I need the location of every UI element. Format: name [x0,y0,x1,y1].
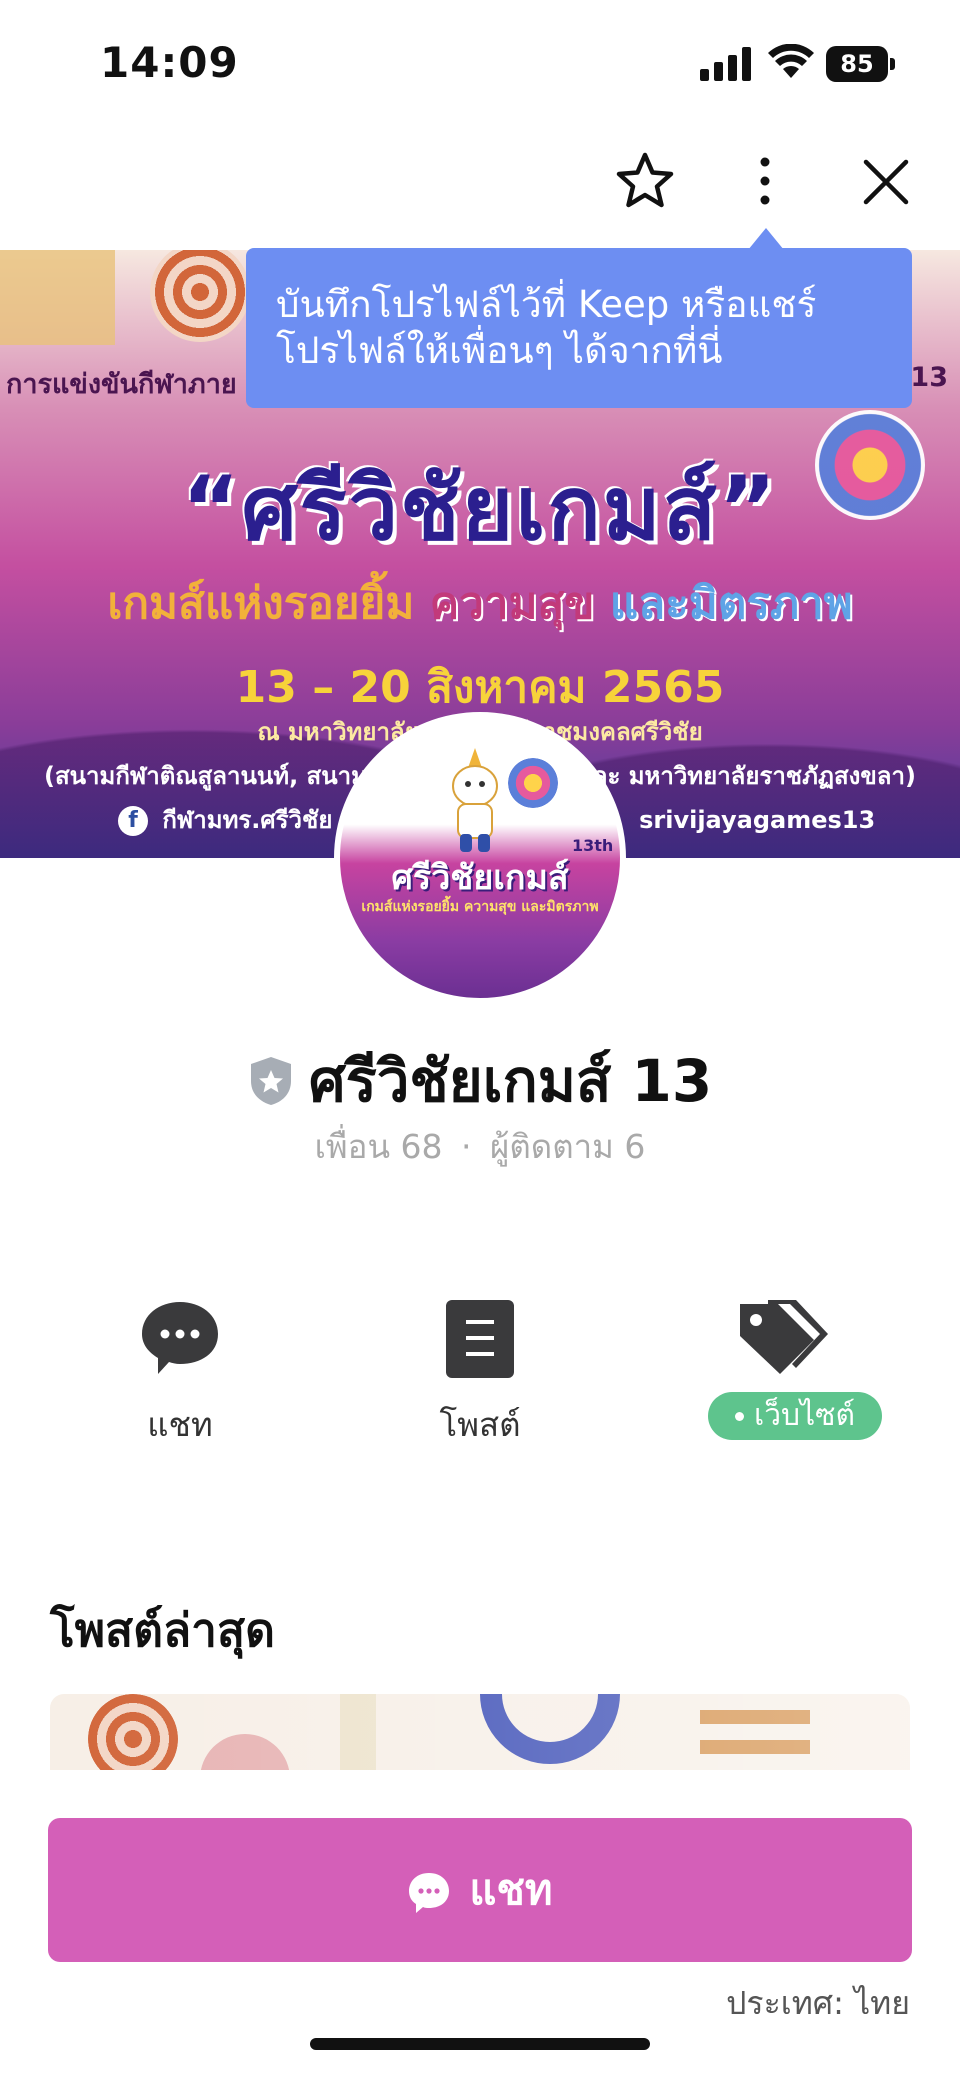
tooltip-line1: บันทึกโปรไฟล์ไว้ที่ Keep หรือแชร์ [276,283,817,326]
chat-icon [142,1302,218,1374]
country-label: ประเทศ: ไทย [726,1984,910,2022]
mascot-icon [452,748,498,852]
cover-subtitle: เกมส์แห่งรอยยิ้ม ความสุข และมิตรภาพ [0,568,960,638]
dot-icon [734,1412,744,1421]
post-preview-image[interactable] [50,1694,910,1770]
cover-heading-text: การแข่งขันกีฬาภาย [6,369,237,400]
avatar-slogan: เกมส์แห่งรอยยิ้ม ความสุข และมิตรภาพ [361,899,599,915]
action-post[interactable]: โพสต์ [380,1298,580,1444]
shield-icon [250,1056,291,1105]
action-post-label: โพสต์ [439,1405,521,1444]
action-chat-label: แชท [147,1405,213,1444]
chat-bubble-icon [409,1872,450,1913]
action-chat[interactable]: แชท [80,1298,280,1444]
games-emblem-icon [815,410,925,520]
cover-heading-number: 13 [910,362,948,393]
cover-subtitle-part1: เกมส์แห่งรอยยิ้ม [107,578,415,629]
friends-count[interactable]: เพื่อน 68 [315,1127,443,1166]
cover-social-page: กีฬามทร.ศรีวิชัย [162,806,333,834]
followers-count[interactable]: ผู้ติดตาม 6 [490,1127,645,1166]
cover-decoration [0,250,115,345]
cover-social-tag: srivijayagames13 [639,806,876,834]
battery-icon: 85 [826,46,895,82]
chat-button[interactable]: แชท [48,1818,912,1962]
close-icon[interactable] [862,158,910,206]
profile-name: ศรีวิชัยเกมส์ 13 [308,1047,713,1115]
post-icon [446,1300,514,1378]
battery-level: 85 [826,46,888,82]
more-icon[interactable] [746,150,784,212]
avatar[interactable]: 13th ศรีวิชัยเกมส์ เกมส์แห่งรอยยิ้ม ความ… [334,712,626,1004]
games-emblem-icon [508,758,558,808]
cover-decoration [150,250,250,342]
action-website[interactable]: เว็บไซต์ [680,1298,882,1440]
profile-header: ศรีวิชัยเกมส์ 13 [0,1034,960,1127]
chat-button-content: แชท [48,1818,912,1962]
cover-subtitle-part2: ความสุข [429,578,595,629]
status-bar: 14:09 85 [0,0,960,130]
profile-stats: เพื่อน 68 · ผู้ติดตาม 6 [0,1120,960,1173]
chat-button-label: แชท [469,1865,553,1914]
latest-posts-title: โพสต์ล่าสุด [50,1603,275,1657]
action-website-label: เว็บไซต์ [753,1398,856,1433]
star-icon[interactable] [614,150,676,212]
home-indicator[interactable] [310,2038,650,2050]
keep-share-tooltip[interactable]: บันทึกโปรไฟล์ไว้ที่ Keep หรือแชร์ โปรไฟล… [246,248,912,408]
cover-subtitle-part3: และมิตรภาพ [609,578,853,629]
status-time: 14:09 [100,38,239,87]
wifi-icon [768,44,814,78]
tooltip-arrow [748,228,784,250]
stats-separator: · [461,1127,472,1166]
signal-icon [700,47,751,81]
tag-icon [740,1300,828,1374]
website-badge: เว็บไซต์ [708,1392,882,1440]
facebook-icon: f [118,806,148,836]
tooltip-line2: โปรไฟล์ให้เพื่อนๆ ได้จากที่นี่ [276,329,723,372]
